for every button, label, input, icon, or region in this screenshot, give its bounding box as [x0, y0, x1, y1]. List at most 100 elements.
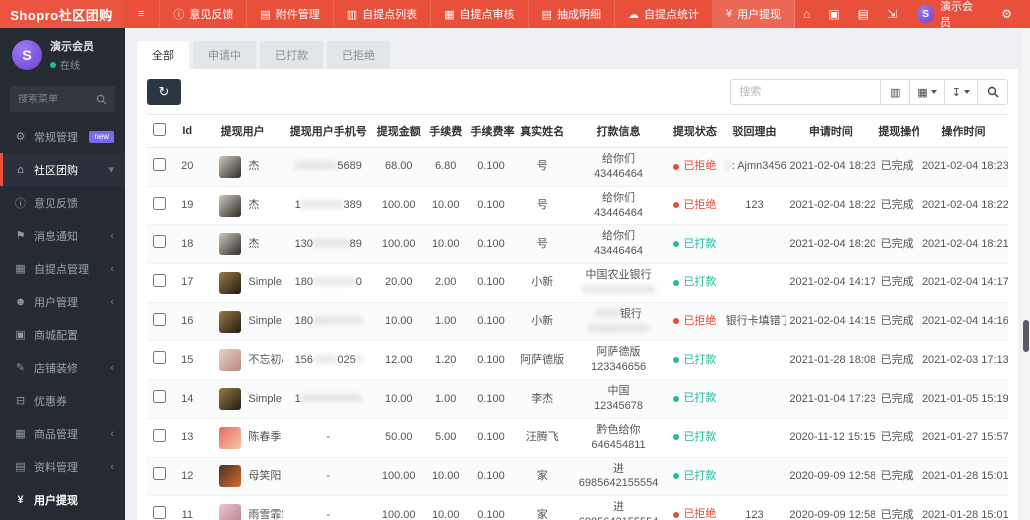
status-badge: 已打款 — [673, 353, 716, 368]
column-header-提现金额[interactable]: 提现金额 — [373, 114, 424, 148]
column-header-Id[interactable]: Id — [172, 114, 203, 148]
row-checkbox[interactable] — [153, 428, 167, 442]
table-row[interactable]: 20 杰 88888885689 68.00 6.80 0.100 号 给你们 4… — [147, 147, 1008, 187]
sidebar-item-label: 意见反馈 — [34, 197, 78, 210]
sidebar-user-panel: S 演示会员 在线 — [0, 28, 125, 84]
row-checkbox[interactable] — [153, 157, 167, 171]
refresh-button[interactable]: ↻ — [147, 79, 181, 105]
cell-fee-rate: 0.100 — [467, 379, 515, 419]
chevron-left-icon: ‹ — [110, 460, 114, 473]
table-row[interactable]: 19 杰 18888888389 100.00 10.00 0.100 号 给你… — [147, 186, 1008, 226]
status-badge: 已打款 — [673, 430, 716, 445]
column-header-操作时间[interactable]: 操作时间 — [918, 114, 1008, 148]
sidebar-item-商城配置[interactable]: ▣ 商城配置 — [0, 318, 125, 351]
home-icon[interactable]: ⌂ — [795, 0, 818, 28]
column-header-手续费[interactable]: 手续费 — [423, 114, 468, 148]
column-header-驳回理由[interactable]: 驳回理由 — [722, 114, 787, 148]
status-badge: 已打款 — [673, 469, 716, 484]
topnav-item-用户提现[interactable]: ¥ 用户提现 — [712, 0, 796, 28]
topbar-user[interactable]: S 演示会员 — [907, 0, 991, 30]
table-row[interactable]: 14 Simple 18888888888 10.00 1.00 0.100 李… — [147, 379, 1008, 419]
export-button[interactable]: ↧ — [944, 79, 978, 105]
column-header-真实姓名[interactable]: 真实姓名 — [514, 114, 570, 148]
cell-operation: 已完成 — [875, 379, 919, 419]
sidebar-item-店铺装修[interactable]: ✎ 店铺装修 ‹ — [0, 351, 125, 384]
table-row[interactable]: 12 母笑阳 - 100.00 10.00 0.100 家 进 698564215… — [147, 457, 1008, 497]
table-row[interactable]: 15 不忘初心 15688880258 12.00 1.20 0.100 阿萨德… — [147, 340, 1008, 381]
sidebar-item-意见反馈[interactable]: ⓘ 意见反馈 — [0, 186, 125, 219]
column-header-提现操作[interactable]: 提现操作 — [875, 114, 919, 148]
tab-已拒绝[interactable]: 已拒绝 — [327, 41, 390, 69]
tab-申请中[interactable]: 申请中 — [193, 41, 256, 69]
sidebar-item-label: 用户提现 — [34, 494, 78, 507]
topnav-item-自提点审核[interactable]: ▦ 自提点审核 — [431, 0, 529, 28]
table-search-input[interactable] — [730, 79, 881, 105]
refresh-icon: ↻ — [158, 84, 170, 99]
sidebar-item-自提点管理[interactable]: ▦ 自提点管理 ‹ — [0, 252, 125, 285]
row-checkbox[interactable] — [153, 506, 167, 520]
topnav-item-自提点列表[interactable]: ▥ 自提点列表 — [334, 0, 432, 28]
cell-realname: 小新 — [514, 302, 570, 342]
main-content: 全部申请中已打款已拒绝 ↻ ▥ ▦ ↧ — [125, 28, 1030, 520]
column-header-打款信息[interactable]: 打款信息 — [569, 114, 668, 148]
cell-operation: 已完成 — [875, 147, 919, 187]
topnav-item-抽成明细[interactable]: ▤ 抽成明细 — [529, 0, 615, 28]
cell-fee: 6.80 — [423, 147, 468, 187]
cell-fee-rate: 0.100 — [467, 302, 515, 342]
cell-pay-info: 中国 12345678 — [569, 379, 668, 419]
status-dot-icon — [673, 511, 680, 518]
row-checkbox[interactable] — [153, 273, 167, 287]
table-row[interactable]: 11 雨雪霏霏 - 100.00 10.00 0.100 家 进69856421… — [147, 495, 1008, 520]
cell-id: 11 — [172, 495, 203, 520]
topnav-item-意见反馈[interactable]: ⓘ 意见反馈 — [160, 0, 248, 28]
cell-realname: 家 — [514, 495, 570, 520]
table-row[interactable]: 16 Simple 18088888888 10.00 1.00 0.100 小… — [147, 302, 1008, 342]
gear-icon[interactable]: ⚙ — [993, 0, 1020, 28]
tab-已打款[interactable]: 已打款 — [260, 41, 323, 69]
sidebar-item-社区团购[interactable]: ⌂ 社区团购 ▾ — [0, 153, 125, 186]
sidebar-item-用户提现[interactable]: ¥ 用户提现 — [0, 483, 125, 516]
sidebar-toggle-button[interactable]: ≡ — [123, 0, 161, 28]
fullscreen-icon[interactable]: ⇲ — [879, 0, 905, 28]
toggle-view-button[interactable]: ▥ — [880, 79, 911, 105]
sidebar-item-用户管理[interactable]: ☻ 用户管理 ‹ — [0, 285, 125, 318]
cell-realname: 号 — [514, 147, 570, 187]
sidebar-item-商品管理[interactable]: ▦ 商品管理 ‹ — [0, 417, 125, 450]
row-checkbox[interactable] — [153, 312, 167, 326]
sidebar-item-订单中心[interactable]: ▥ 订单中心‹ — [0, 516, 125, 520]
topnav-item-label: 自提点列表 — [362, 9, 418, 21]
column-header-申请时间[interactable]: 申请时间 — [786, 114, 876, 148]
row-checkbox[interactable] — [153, 351, 167, 365]
topnav-item-附件管理[interactable]: ▤ 附件管理 — [247, 0, 334, 28]
scrollbar-thumb[interactable] — [1023, 320, 1029, 352]
sidebar-item-优惠券[interactable]: ⊟ 优惠券 — [0, 384, 125, 417]
row-checkbox[interactable] — [153, 235, 167, 249]
topnav-item-自提点统计[interactable]: ☁ 自提点统计 — [615, 0, 713, 28]
cell-fee-rate: 0.100 — [467, 224, 515, 265]
table-row[interactable]: 13 陈春季 - 50.00 5.00 0.100 汪腾飞 黔色给你 646454… — [147, 418, 1008, 458]
cell-username: 杰 — [248, 237, 260, 250]
log-icon[interactable]: ▤ — [850, 0, 877, 28]
table-row[interactable]: 17 Simple 18088888880 20.00 2.00 0.100 小… — [147, 263, 1008, 303]
sidebar-item-常规管理[interactable]: ⚙ 常规管理 new — [0, 120, 125, 153]
withdraw-icon: ¥ — [17, 493, 24, 506]
clear-cache-icon[interactable]: ▣ — [820, 0, 847, 28]
row-checkbox[interactable] — [153, 196, 167, 210]
column-header-提现状态[interactable]: 提现状态 — [667, 114, 723, 148]
column-header-提现用户手机号[interactable]: 提现用户手机号 — [282, 114, 374, 148]
sidebar-item-资料管理[interactable]: ▤ 资料管理 ‹ — [0, 450, 125, 483]
sidebar-item-消息通知[interactable]: ⚑ 消息通知 ‹ — [0, 219, 125, 252]
menu-search-input[interactable] — [18, 93, 96, 105]
row-checkbox[interactable] — [153, 467, 167, 481]
row-checkbox[interactable] — [153, 390, 167, 404]
tab-全部[interactable]: 全部 — [137, 41, 189, 69]
columns-button[interactable]: ▦ — [910, 79, 945, 105]
advanced-search-button[interactable] — [978, 79, 1008, 105]
user-avatar — [219, 465, 242, 488]
cell-username: Simple — [248, 392, 282, 405]
column-header-提现用户[interactable]: 提现用户 — [202, 114, 283, 148]
cell-operation: 已完成 — [875, 186, 919, 226]
column-header-手续费率[interactable]: 手续费率 — [467, 114, 515, 148]
select-all-checkbox[interactable] — [153, 123, 167, 136]
table-row[interactable]: 18 杰 13088888889 100.00 10.00 0.100 号 给你… — [147, 224, 1008, 265]
